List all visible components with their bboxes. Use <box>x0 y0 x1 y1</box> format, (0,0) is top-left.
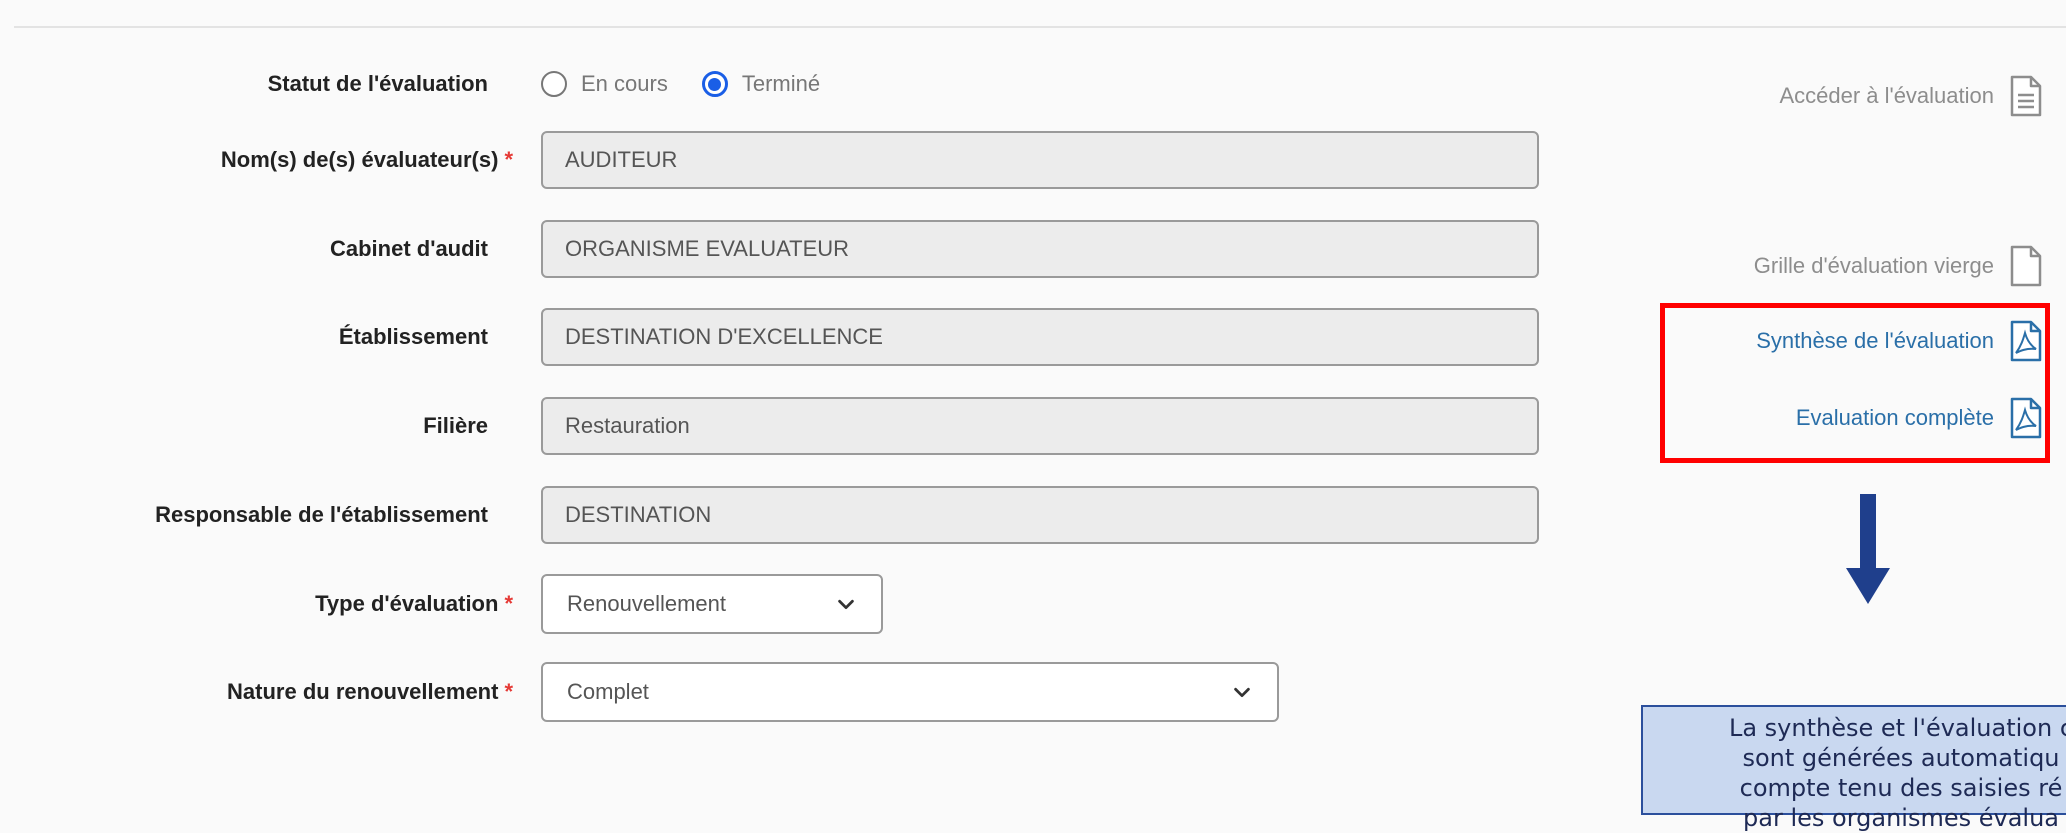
evaluation-type-label: Type d'évaluation * <box>315 591 513 617</box>
access-evaluation-link[interactable]: Accéder à l'évaluation <box>1779 75 2042 117</box>
evaluators-label: Nom(s) de(s) évaluateur(s) * <box>221 147 513 173</box>
status-radio-group: En cours Terminé <box>541 66 854 102</box>
radio-en-cours[interactable] <box>541 71 567 97</box>
establishment-row: Établissement <box>0 307 488 367</box>
callout-line: compte tenu des saisies ré <box>1739 774 2063 802</box>
renewal-nature-label-text: Nature du renouvellement <box>227 679 499 704</box>
audit-firm-field[interactable]: ORGANISME EVALUATEUR <box>541 220 1539 278</box>
evaluation-type-value: Renouvellement <box>567 591 726 616</box>
evaluators-row: Nom(s) de(s) évaluateur(s) * <box>0 130 513 190</box>
highlight-box <box>1660 303 2050 463</box>
info-callout: La synthèse et l'évaluation c sont génér… <box>1641 705 2066 832</box>
audit-firm-row: Cabinet d'audit <box>0 219 488 279</box>
top-divider <box>14 26 2066 28</box>
access-evaluation-label: Accéder à l'évaluation <box>1779 83 1994 108</box>
renewal-nature-label: Nature du renouvellement * <box>227 679 513 705</box>
renewal-nature-row: Nature du renouvellement * <box>0 662 513 722</box>
sector-row: Filière <box>0 396 488 456</box>
required-mark: * <box>504 679 513 704</box>
radio-termine[interactable] <box>701 71 728 97</box>
evaluation-type-row: Type d'évaluation * <box>0 574 513 634</box>
establishment-field[interactable]: DESTINATION D'EXCELLENCE <box>541 308 1539 366</box>
manager-label: Responsable de l'établissement <box>155 502 488 527</box>
establishment-label: Établissement <box>338 324 488 349</box>
status-label: Statut de l'évaluation <box>267 71 488 96</box>
renewal-nature-value: Complet <box>567 679 649 704</box>
evaluators-field[interactable]: AUDITEUR <box>541 131 1539 189</box>
evaluation-type-label-text: Type d'évaluation <box>315 591 499 616</box>
manager-row: Responsable de l'établissement <box>0 485 488 545</box>
blank-document-icon <box>2010 245 2042 287</box>
radio-termine-label[interactable]: Terminé <box>742 71 820 97</box>
document-lines-icon <box>2010 75 2042 117</box>
evaluation-type-select[interactable]: Renouvellement <box>541 574 883 634</box>
required-mark: * <box>504 147 513 172</box>
arrow-down-icon <box>1846 494 1890 604</box>
required-mark: * <box>504 591 513 616</box>
callout-line: par les organismes évalua <box>1743 804 2059 832</box>
evaluators-label-text: Nom(s) de(s) évaluateur(s) <box>220 147 499 172</box>
sector-field[interactable]: Restauration <box>541 397 1539 455</box>
chevron-down-icon <box>838 599 854 610</box>
blank-grid-link[interactable]: Grille d'évaluation vierge <box>1754 245 2042 287</box>
status-row: Statut de l'évaluation <box>0 54 488 114</box>
callout-line: La synthèse et l'évaluation c <box>1728 714 2066 742</box>
callout-line: sont générées automatiqu <box>1742 744 2060 772</box>
chevron-down-icon <box>1234 687 1250 698</box>
manager-field[interactable]: DESTINATION <box>541 486 1539 544</box>
renewal-nature-select[interactable]: Complet <box>541 662 1279 722</box>
sector-label: Filière <box>423 413 488 438</box>
radio-en-cours-label[interactable]: En cours <box>581 71 668 97</box>
blank-grid-label: Grille d'évaluation vierge <box>1753 253 1994 278</box>
audit-firm-label: Cabinet d'audit <box>329 236 488 261</box>
